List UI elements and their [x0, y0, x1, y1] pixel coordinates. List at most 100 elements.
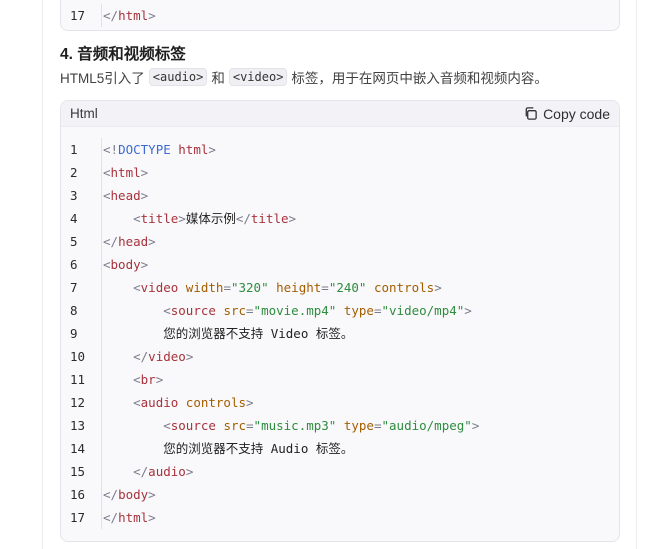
code-language-label: Html — [70, 106, 98, 121]
code-token: audio — [140, 395, 186, 410]
code-token: > — [148, 510, 156, 525]
code-line: 11 <br> — [61, 368, 619, 391]
code-token: "music.mp3" — [253, 418, 344, 433]
copy-code-label: Copy code — [543, 105, 610, 122]
code-token: > — [246, 395, 254, 410]
line-source: <body> — [102, 253, 148, 276]
code-token: > — [464, 303, 472, 318]
line-number: 14 — [70, 441, 86, 456]
code-token: "video/mp4" — [381, 303, 465, 318]
content-page: 17 </html> 4. 音频和视频标签 HTML5引入了 <audio> 和 … — [42, 0, 637, 549]
code-token: html — [118, 510, 149, 525]
code-line: 2 <html> — [61, 161, 619, 184]
code-token: body — [118, 487, 149, 502]
line-number: 11 — [70, 372, 86, 387]
code-line: 16 </body> — [61, 483, 619, 506]
code-token: > — [140, 257, 149, 272]
code-token: </ — [235, 211, 251, 226]
line-number: 2 — [70, 165, 78, 180]
code-token: </ — [133, 464, 149, 479]
code-token: "movie.mp4" — [253, 303, 344, 318]
line-number: 6 — [70, 257, 78, 272]
line-source: <head> — [102, 184, 148, 207]
code-line: 3 <head> — [61, 184, 619, 207]
code-token: type — [343, 418, 374, 433]
inline-code-video: <video> — [228, 68, 288, 86]
line-number: 13 — [70, 418, 86, 433]
code-token: > — [471, 418, 480, 433]
code-line: 8 <source src="movie.mp4" type="video/mp… — [61, 299, 619, 322]
code-token: < — [133, 372, 141, 387]
code-token: source — [170, 418, 224, 433]
code-token: > — [288, 211, 297, 226]
code-token: src — [223, 303, 247, 318]
line-number: 7 — [70, 280, 78, 295]
description-text-mid: 和 — [211, 71, 225, 86]
code-token: = — [246, 303, 254, 318]
code-token: title — [250, 211, 289, 226]
code-line: 14 您的浏览器不支持 Audio 标签。 — [61, 437, 619, 460]
code-token: src — [223, 418, 247, 433]
line-number: 16 — [70, 487, 86, 502]
code-body: 1 <!DOCTYPE html> 2 <html> 3 <head> 4 <title>媒… — [61, 127, 619, 529]
code-line: 1 <!DOCTYPE html> — [61, 138, 619, 161]
line-source: <audio controls> — [102, 391, 254, 414]
line-number: 9 — [70, 326, 78, 341]
line-source: <source src="music.mp3" type="audio/mpeg… — [102, 414, 479, 437]
code-token: = — [321, 280, 329, 295]
code-token: "audio/mpeg" — [381, 418, 472, 433]
code-token: DOCTYPE — [118, 142, 179, 157]
copy-code-button[interactable]: Copy code — [523, 106, 610, 122]
section-heading: 4. 音频和视频标签 — [60, 46, 186, 63]
code-token: html — [178, 142, 209, 157]
code-line: 15 </audio> — [61, 460, 619, 483]
line-number: 3 — [70, 188, 78, 203]
code-token: > — [185, 349, 194, 364]
code-token: > — [140, 188, 149, 203]
code-token: > — [148, 8, 156, 23]
line-source: </video> — [102, 345, 193, 368]
code-token: body — [110, 257, 141, 272]
code-token: </ — [103, 510, 119, 525]
code-token: video — [140, 280, 186, 295]
line-source: <video width="320" height="240" controls… — [102, 276, 442, 299]
previous-code-body: 17 </html> — [61, 0, 619, 27]
previous-code-block: 17 </html> — [60, 0, 620, 31]
code-token: width — [185, 280, 224, 295]
code-token: video — [148, 349, 186, 364]
description-text-pre: HTML5引入了 — [60, 71, 145, 86]
code-token: = — [373, 418, 382, 433]
code-token: head — [110, 188, 141, 203]
code-line: 9 您的浏览器不支持 Video 标签。 — [61, 322, 619, 345]
line-source: </body> — [102, 483, 156, 506]
code-token: > — [185, 464, 194, 479]
code-token: "240" — [328, 280, 374, 295]
line-number: 17 — [70, 8, 86, 23]
code-token: > — [148, 487, 156, 502]
code-token: head — [118, 234, 149, 249]
line-source: <source src="movie.mp4" type="video/mp4"… — [102, 299, 472, 322]
code-line: 6 <body> — [61, 253, 619, 276]
code-block-header: Html Copy code — [61, 101, 619, 127]
code-token: height — [276, 280, 322, 295]
code-token: = — [223, 280, 231, 295]
code-token: > — [178, 211, 186, 226]
line-number: 15 — [70, 464, 86, 479]
code-token: html — [110, 165, 141, 180]
line-number: 4 — [70, 211, 78, 226]
code-token: </ — [133, 349, 149, 364]
code-token: > — [140, 165, 149, 180]
line-source: <html> — [102, 161, 148, 184]
code-token: < — [163, 303, 171, 318]
code-token: = — [246, 418, 254, 433]
code-token: < — [103, 257, 111, 272]
code-token: < — [133, 280, 141, 295]
code-token: > — [155, 372, 164, 387]
code-token: title — [140, 211, 179, 226]
code-line: 17 </html> — [61, 4, 619, 27]
